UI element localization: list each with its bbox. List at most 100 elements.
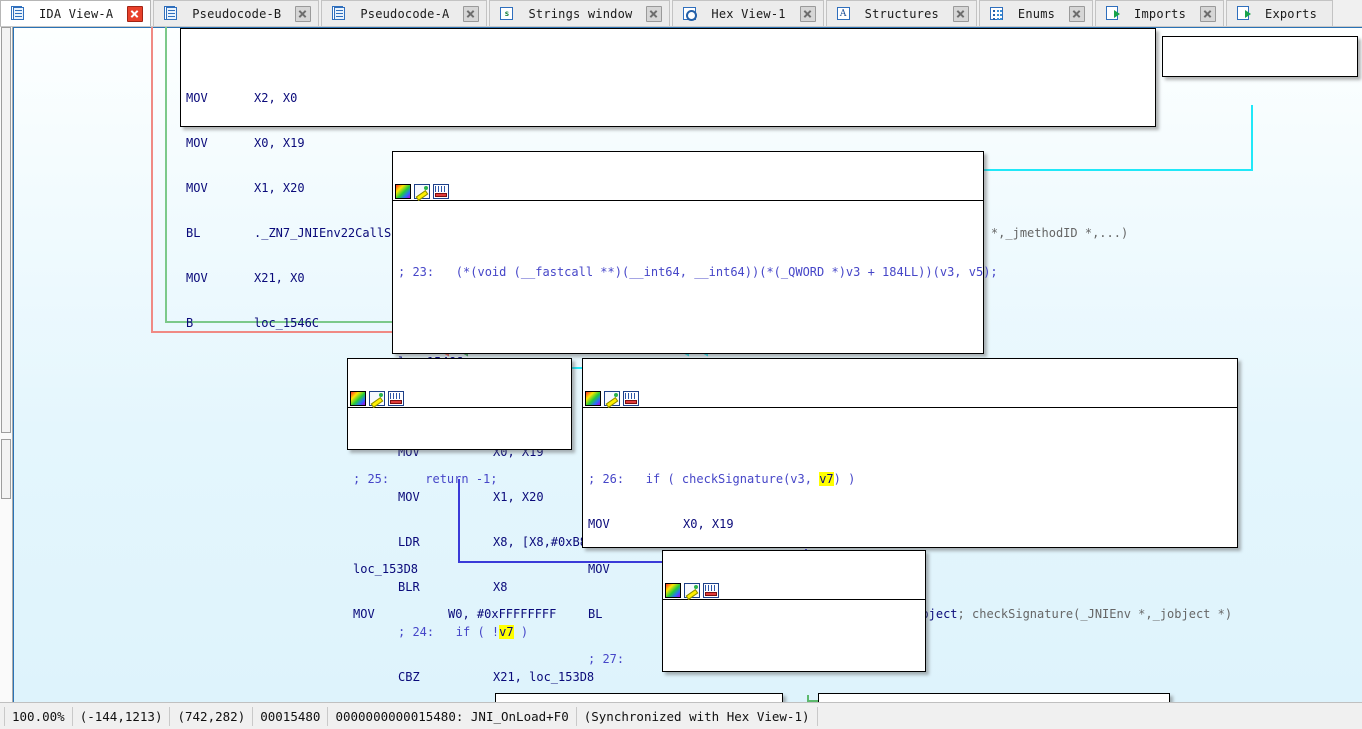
document-icon [331,6,346,21]
close-icon[interactable] [646,5,663,22]
graph-overview-icon[interactable] [703,582,719,598]
pseudocode-line: ; 23: (*(void (__fastcall **)(__int64, _… [398,265,998,279]
call-static-object-method-block[interactable]: MOVX2, X0 MOVX0, X19 MOVX1, X20 BL._ZN7_… [180,28,1156,330]
palette-icon[interactable] [585,390,601,406]
mnemonic: MOV [186,181,208,195]
tab-label: Enums [1017,6,1056,21]
tab-label: Exports [1265,6,1318,21]
pseudocode-line: ; 25: return -1; [353,472,498,486]
ida-main-window: IDA View-A Pseudocode-B Pseudocode-A s S… [0,0,1362,729]
tab-enums[interactable]: Enums [978,0,1094,26]
pseudocode-line: ; 26: if ( checkSignature(v3, v7) ) [588,472,1233,487]
structures-icon: A [836,6,851,21]
document-icon [163,6,178,21]
close-icon[interactable] [952,5,969,22]
loc-15468-block[interactable]: loc_15468 MOVX21, XZR [1162,36,1358,77]
imports-icon [1105,6,1121,21]
graph-overview-icon[interactable] [623,390,639,406]
palette-icon[interactable] [395,183,411,199]
node-body: loc_15468 MOVX21, XZR [1163,67,1357,76]
tab-ida-view-a[interactable]: IDA View-A [0,0,152,26]
graph-overview-icon[interactable] [388,390,404,406]
mnemonic: MOV [186,136,208,150]
operands: X0, X19 [254,136,305,150]
graph-coordinates: (-144,1213) [73,706,171,726]
operands: loc_1546C [254,316,320,330]
asm-row: MOV X0, X19 [186,136,1151,151]
mnemonic: MOV [186,271,208,285]
tab-pseudocode-a[interactable]: Pseudocode-A [321,0,488,26]
palette-icon[interactable] [665,582,681,598]
edit-color-icon[interactable] [604,390,620,406]
graph-overview-icon[interactable] [433,183,449,199]
mnemonic: MOV [353,607,375,621]
tab-imports[interactable]: Imports [1095,0,1225,26]
edit-color-icon[interactable] [684,582,700,598]
operands: X2, X0 [254,91,298,105]
close-icon[interactable] [295,5,312,22]
tab-label: Structures [864,6,939,21]
tab-bar: IDA View-A Pseudocode-B Pseudocode-A s S… [0,0,1362,27]
offscreen-block-right[interactable] [818,693,1170,702]
loc-1546C-block[interactable]: ; 23: (*(void (__fastcall **)(__int64, _… [392,151,998,684]
asm-row: MOV X2, X0 [186,91,1151,106]
scrollbar-thumb-secondary[interactable] [1,439,11,499]
asm-row: MOV X0, X19 [588,517,1233,532]
node-body: ; 25: return -1; loc_153D8 MOV W0, #0xFFF… [348,438,571,656]
node-toolbar [348,389,571,408]
check-signature-block[interactable]: ; 26: if ( checkSignature(v3, v7) ) MOV X… [582,358,1238,702]
mnemonic: BL [186,226,201,240]
close-icon[interactable] [463,5,480,22]
screen-coordinates: (742,282) [170,706,254,726]
comment: ; checkSignature(_JNIEnv *,_jobject *) [957,607,1233,621]
tab-label: Hex View-1 [711,6,786,21]
scrollbar-thumb[interactable] [1,27,11,433]
tab-exports[interactable]: Exports [1226,0,1334,26]
close-icon[interactable] [1200,5,1217,22]
enums-icon [989,6,1004,21]
node-toolbar [583,389,1237,408]
offscreen-block-left[interactable] [495,693,783,702]
operands: X0, X19 [683,517,734,531]
mnemonic: MOV [186,91,208,105]
strings-icon: s [499,6,514,21]
node-toolbar [663,581,925,600]
tab-label: Strings window [528,6,633,21]
tab-label: Imports [1134,6,1187,21]
pseudocode-text: ) ) [833,472,856,486]
close-icon[interactable] [127,5,144,22]
hex-view-icon [682,6,698,21]
operands: X21, X0 [254,271,305,285]
highlighted-variable[interactable]: v7 [819,472,834,486]
file-offset: 00015480 [253,706,329,726]
block-label: loc_153D8 [353,562,419,576]
edit-color-icon[interactable] [414,183,430,199]
vertical-scrollbar[interactable] [0,27,13,702]
status-bar: 100.00% (-144,1213) (742,282) 00015480 0… [0,702,1362,729]
edit-color-icon[interactable] [369,390,385,406]
tab-label: Pseudocode-B [192,6,282,21]
tab-strings-window[interactable]: s Strings window [489,0,671,26]
zoom-level: 100.00% [4,706,73,726]
pseudocode-text: ; 26: if ( checkSignature(v3, [588,472,820,486]
tab-structures[interactable]: A Structures [825,0,977,26]
operands: W0, #0xFFFFFFFF [448,607,557,621]
palette-icon[interactable] [350,390,366,406]
node-body: loc_153DC LDRX8, [X22,#0x28] LDRX9, [SP,… [663,630,925,702]
loc-153D8-block[interactable]: ; 25: return -1; loc_153D8 MOV W0, #0xFFF… [347,358,572,621]
operands: X1, X20 [254,181,305,195]
close-icon[interactable] [1069,5,1086,22]
tab-pseudocode-b[interactable]: Pseudocode-B [153,0,320,26]
tab-label: IDA View-A [39,6,114,21]
asm-row: MOV W0, #0xFFFFFFFF [353,607,567,622]
loc-153DC-block[interactable]: loc_153DC LDRX8, [X22,#0x28] LDRX9, [SP,… [662,550,926,672]
mnemonic: B [186,316,194,330]
tab-hex-view-1[interactable]: Hex View-1 [672,0,824,26]
sync-status: (Synchronized with Hex View-1) [577,706,818,726]
close-icon[interactable] [799,5,816,22]
graph-canvas[interactable]: MOVX2, X0 MOVX0, X19 MOVX1, X20 BL._ZN7_… [0,27,1362,702]
current-address: 0000000000015480: JNI_OnLoad+F0 [328,706,577,726]
node-toolbar [393,182,983,201]
document-icon [10,6,25,21]
exports-icon [1236,6,1252,21]
